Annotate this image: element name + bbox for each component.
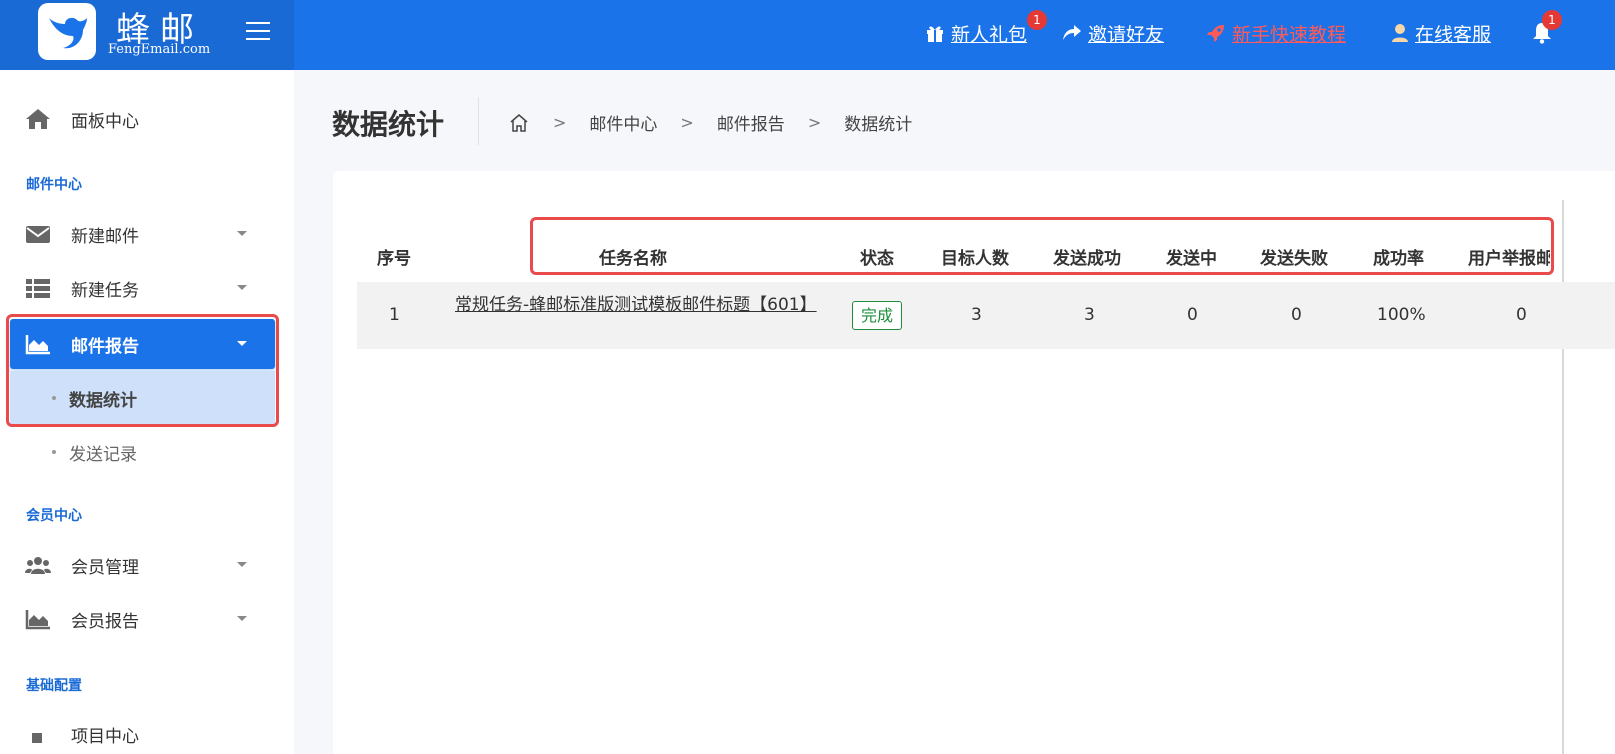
top-header: 蜂邮 FengEmail.com 新人礼包 1 邀请好友 新手快速教程 在线客服… (0, 0, 1615, 70)
gift-link-label: 新人礼包 (951, 23, 1028, 46)
column-header-status: 状态 (860, 249, 894, 269)
section-basic-config: 基础配置 (26, 678, 82, 694)
list-icon (26, 279, 50, 298)
sidebar-item-mail-report[interactable]: 邮件报告 (10, 319, 275, 369)
breadcrumb-item[interactable]: 邮件报告 (717, 110, 785, 135)
column-header-index: 序号 (377, 249, 411, 269)
area-chart-icon (25, 610, 50, 630)
section-member-center: 会员中心 (26, 508, 82, 524)
sidebar-item-label: 新建任务 (71, 280, 139, 301)
breadcrumb-separator-icon: > (807, 113, 822, 132)
cell-target: 3 (971, 305, 982, 325)
cell-success: 3 (1084, 305, 1095, 325)
sidebar-item-label: 数据统计 (69, 390, 137, 411)
breadcrumb-item-current: 数据统计 (844, 115, 913, 135)
area-chart-icon (25, 335, 50, 355)
title-divider (478, 97, 479, 145)
support-link-label: 在线客服 (1415, 23, 1492, 46)
column-header-success: 发送成功 (1053, 249, 1121, 269)
menu-toggle-icon[interactable] (246, 18, 272, 40)
column-header-target: 目标人数 (941, 249, 1009, 269)
quick-tutorial-link[interactable]: 新手快速教程 (1206, 18, 1346, 48)
sidebar: 面板中心 邮件中心 新建邮件 新建任务 邮件报告 数据统计 发送记录 会员中心 … (0, 70, 294, 754)
sidebar-item-new-task[interactable]: 新建任务 (0, 263, 294, 313)
bird-logo-icon[interactable] (38, 3, 96, 60)
cell-failed: 0 (1291, 305, 1302, 325)
chevron-down-icon (237, 285, 247, 290)
sidebar-item-label: 发送记录 (69, 444, 137, 465)
section-mail-center: 邮件中心 (26, 177, 82, 193)
sidebar-item-new-mail[interactable]: 新建邮件 (0, 209, 294, 259)
page-title: 数据统计 (332, 108, 445, 141)
sidebar-item-label: 会员报告 (71, 611, 139, 632)
sidebar-item-project-center[interactable]: 项目中心 (0, 706, 294, 754)
chevron-down-icon (237, 231, 247, 236)
tutorial-link-label: 新手快速教程 (1232, 23, 1347, 46)
notification-bell[interactable]: 1 (1532, 10, 1562, 46)
breadcrumb: > 邮件中心 > 邮件报告 > 数据统计 (508, 110, 912, 135)
chevron-down-icon (237, 562, 247, 567)
notification-badge: 1 (1542, 10, 1562, 30)
envelope-icon (26, 226, 50, 243)
bullet-dot (52, 450, 56, 454)
share-icon (1063, 25, 1081, 40)
cell-rate: 100% (1377, 305, 1426, 325)
sidebar-item-label: 会员管理 (71, 557, 139, 578)
bullet-dot (52, 396, 56, 400)
sidebar-item-label: 面板中心 (71, 111, 139, 132)
breadcrumb-separator-icon: > (680, 113, 694, 132)
chevron-down-icon (237, 616, 247, 621)
sidebar-item-dashboard[interactable]: 面板中心 (0, 94, 294, 144)
online-support-link[interactable]: 在线客服 (1391, 18, 1491, 48)
status-badge: 完成 (852, 301, 902, 330)
invite-link-label: 邀请好友 (1088, 23, 1165, 46)
column-header-failed: 发送失败 (1260, 249, 1328, 269)
sidebar-subitem-data-stats[interactable]: 数据统计 (10, 371, 275, 425)
new-user-gift-link[interactable]: 新人礼包 1 (925, 10, 1047, 48)
sidebar-item-label: 新建邮件 (71, 226, 139, 247)
cell-reports: 0 (1516, 305, 1527, 325)
invite-friends-link[interactable]: 邀请好友 (1062, 18, 1164, 48)
users-icon (25, 557, 51, 574)
breadcrumb-separator-icon: > (553, 113, 567, 132)
column-header-reports-clip: 用户举报邮件 (1468, 240, 1550, 270)
column-header-rate: 成功率 (1373, 249, 1424, 269)
cell-sending: 0 (1187, 305, 1198, 325)
gift-icon (927, 26, 943, 42)
home-outline-icon[interactable] (508, 112, 530, 134)
column-header-reports: 用户举报邮件 (1468, 249, 1550, 269)
home-icon (26, 109, 50, 129)
column-header-sending: 发送中 (1166, 249, 1217, 269)
column-header-task-name: 任务名称 (599, 249, 667, 269)
rocket-icon (1207, 25, 1224, 42)
sidebar-item-label: 邮件报告 (71, 336, 139, 357)
sidebar-subitem-send-records[interactable]: 发送记录 (10, 425, 275, 479)
sidebar-item-member-manage[interactable]: 会员管理 (0, 540, 294, 590)
cell-task-name-link[interactable]: 常规任务-蜂邮标准版测试模板邮件标题【601】 (455, 293, 817, 317)
sidebar-item-member-report[interactable]: 会员报告 (0, 594, 294, 644)
chevron-down-icon (237, 341, 247, 346)
brand-domain: FengEmail.com (108, 42, 211, 57)
user-icon (1392, 24, 1408, 42)
cell-index: 1 (389, 305, 400, 325)
building-icon (32, 733, 42, 743)
sidebar-item-label: 项目中心 (71, 727, 139, 747)
gift-badge: 1 (1027, 10, 1047, 30)
breadcrumb-item[interactable]: 邮件中心 (589, 110, 657, 135)
